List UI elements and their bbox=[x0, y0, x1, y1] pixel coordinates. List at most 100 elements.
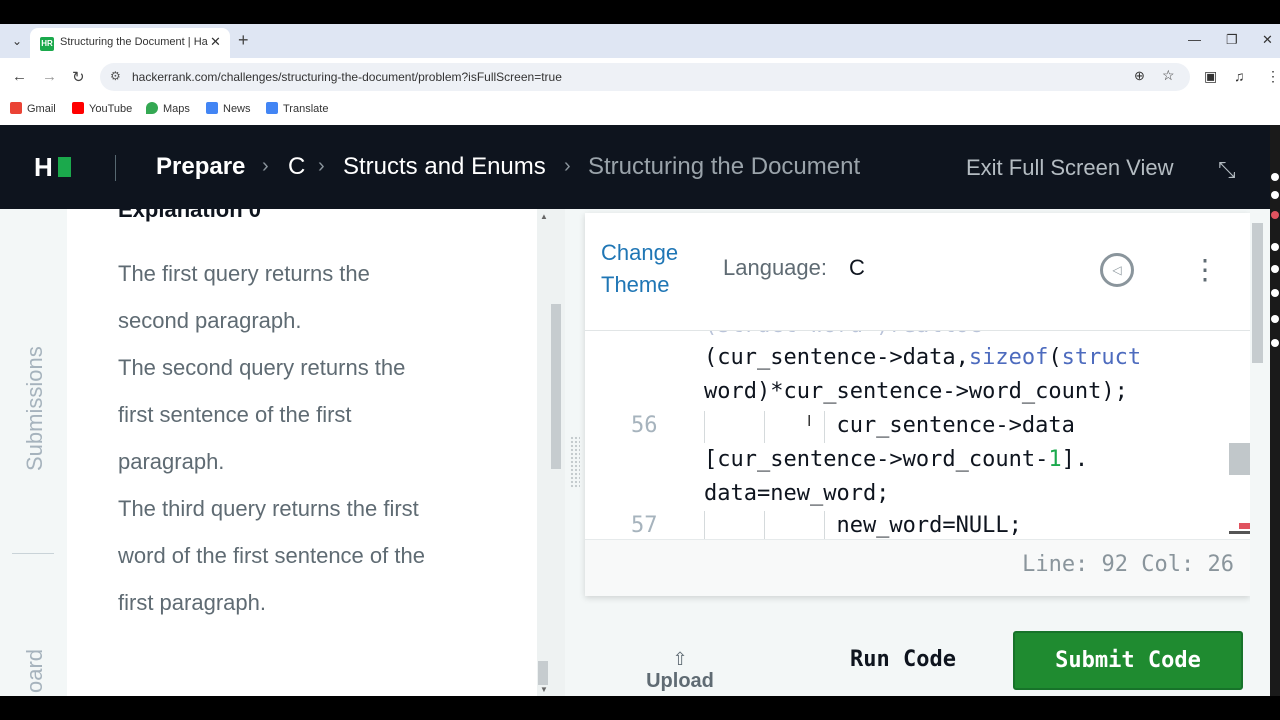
explanation-line: word of the first sentence of the bbox=[118, 543, 425, 568]
breadcrumb-chevron-icon: › bbox=[318, 155, 325, 177]
maps-icon bbox=[146, 102, 158, 114]
scroll-thumb-bottom[interactable] bbox=[538, 661, 548, 685]
editor-toolbar: Change Theme Language: C ◁ ⋮ bbox=[585, 213, 1250, 331]
hackerrank-favicon-icon: HR bbox=[40, 37, 54, 51]
line-number: 57 bbox=[631, 513, 658, 538]
bookmark-translate[interactable]: Translate bbox=[266, 102, 328, 115]
breadcrumb-c[interactable]: C bbox=[288, 153, 305, 181]
change-theme-link[interactable]: Change Theme bbox=[601, 237, 701, 301]
youtube-icon bbox=[72, 102, 84, 114]
new-tab-icon[interactable]: + bbox=[238, 30, 249, 51]
sidebar-tab-leaderboard[interactable]: oard bbox=[22, 649, 48, 693]
site-header: H Prepare › C › Structs and Enums › Stru… bbox=[0, 125, 1270, 209]
tab-search-icon[interactable]: ⌄ bbox=[8, 32, 26, 50]
letterbox-top bbox=[0, 0, 1280, 24]
breadcrumb-prepare[interactable]: Prepare bbox=[156, 153, 245, 181]
screen: ⌄ HR Structuring the Document | Ha ✕ + —… bbox=[0, 0, 1280, 720]
problem-statement: Explanation 0 The first query returns th… bbox=[67, 209, 537, 696]
maximize-icon[interactable]: ❐ bbox=[1226, 32, 1238, 48]
extension-dot-icon[interactable] bbox=[1271, 339, 1279, 347]
explanation-line: first paragraph. bbox=[118, 590, 266, 615]
explanation-line: paragraph. bbox=[118, 449, 225, 474]
scroll-marker bbox=[1229, 531, 1250, 534]
line-number: 56 bbox=[631, 413, 658, 438]
keyword-token: sizeof bbox=[968, 345, 1049, 370]
extension-dot-icon[interactable] bbox=[1271, 191, 1279, 199]
sidebar-tab-submissions[interactable]: Submissions bbox=[22, 346, 48, 471]
error-marker bbox=[1239, 523, 1250, 529]
exit-fullscreen-link[interactable]: Exit Full Screen View bbox=[966, 155, 1173, 181]
breadcrumb-current: Structuring the Document bbox=[588, 153, 861, 180]
scroll-thumb[interactable] bbox=[551, 304, 561, 469]
pane-resize-grip[interactable] bbox=[570, 436, 580, 488]
extension-dot-icon[interactable] bbox=[1271, 265, 1279, 273]
browser-toolbar: ← → ↻ ⚙ hackerrank.com/challenges/struct… bbox=[0, 58, 1280, 96]
logo-square bbox=[58, 157, 71, 177]
gmail-icon bbox=[10, 102, 22, 114]
close-window-icon[interactable]: ✕ bbox=[1262, 32, 1273, 48]
collapse-arrows-icon[interactable]: ⤡ bbox=[1218, 157, 1236, 183]
extension-dot-icon[interactable] bbox=[1271, 315, 1279, 323]
breadcrumb-chevron-icon: › bbox=[262, 155, 269, 177]
bookmark-news[interactable]: News bbox=[206, 102, 251, 115]
address-bar[interactable]: ⚙ hackerrank.com/challenges/structuring-… bbox=[100, 63, 1190, 91]
minimize-icon[interactable]: — bbox=[1188, 32, 1201, 47]
bookmark-maps[interactable]: Maps bbox=[146, 102, 190, 115]
logo-letter: H bbox=[34, 152, 53, 182]
back-icon[interactable]: ← bbox=[12, 68, 27, 85]
explanation-line: The second query returns the bbox=[118, 355, 406, 380]
tab-close-icon[interactable]: ✕ bbox=[210, 34, 221, 50]
editor-scrollbar[interactable] bbox=[1229, 331, 1250, 539]
code-text-area[interactable]: (struct word*)realloc (cur_sentence->dat… bbox=[585, 331, 1229, 539]
extension-dot-icon[interactable] bbox=[1271, 289, 1279, 297]
extension-dot-icon[interactable] bbox=[1271, 243, 1279, 251]
bookmark-star-icon[interactable]: ☆ bbox=[1162, 67, 1175, 84]
keyword-token: struct bbox=[1061, 345, 1142, 370]
language-label: Language: bbox=[723, 255, 827, 280]
code-line: word)*cur_sentence->word_count); bbox=[704, 379, 1128, 404]
record-dot-icon[interactable] bbox=[1271, 211, 1279, 219]
explanation-line: second paragraph. bbox=[118, 308, 302, 333]
breadcrumb-structs-and-enums[interactable]: Structs and Enums bbox=[343, 153, 546, 181]
editor-status-bar: Line: 92 Col: 26 bbox=[585, 539, 1250, 596]
browser-tab-strip: ⌄ HR Structuring the Document | Ha ✕ + —… bbox=[0, 24, 1280, 58]
reload-icon[interactable]: ↻ bbox=[72, 68, 85, 86]
forward-icon[interactable]: → bbox=[42, 68, 57, 85]
code-line: (struct word*)realloc bbox=[704, 331, 982, 338]
extension-dot-icon[interactable] bbox=[1271, 173, 1279, 181]
reset-code-icon[interactable]: ◁ bbox=[1100, 253, 1134, 287]
site-info-icon[interactable]: ⚙ bbox=[110, 69, 121, 83]
url-text[interactable]: hackerrank.com/challenges/structuring-th… bbox=[132, 70, 562, 84]
problem-scrollbar[interactable]: ▲ ▼ bbox=[537, 209, 565, 696]
page-scroll-thumb[interactable] bbox=[1252, 223, 1263, 363]
left-sidebar: Submissions oard bbox=[0, 209, 67, 696]
code-line: new_word=NULL; bbox=[704, 513, 1022, 538]
number-token: 1 bbox=[1048, 447, 1062, 472]
upload-code-button[interactable]: ⇧ Upload bbox=[640, 648, 720, 692]
editor-scroll-thumb[interactable] bbox=[1229, 443, 1250, 475]
bookmarks-bar: Gmail YouTube Maps News Translate bbox=[0, 96, 1280, 125]
browser-tab-active[interactable]: HR Structuring the Document | Ha ✕ bbox=[30, 28, 230, 58]
scroll-down-icon[interactable]: ▼ bbox=[540, 685, 548, 694]
extension-icon[interactable]: ♫ bbox=[1234, 68, 1245, 84]
bookmark-youtube[interactable]: YouTube bbox=[72, 102, 132, 115]
side-panel-icon[interactable]: ▣ bbox=[1204, 68, 1217, 85]
upload-label: Upload bbox=[646, 670, 714, 692]
news-icon bbox=[206, 102, 218, 114]
text-cursor-icon: I bbox=[807, 413, 812, 430]
language-select[interactable]: C bbox=[849, 255, 865, 281]
submit-code-button[interactable]: Submit Code bbox=[1013, 631, 1243, 690]
explanation-line: The third query returns the first bbox=[118, 496, 419, 521]
editor-menu-icon[interactable]: ⋮ bbox=[1191, 253, 1219, 287]
header-divider bbox=[115, 155, 116, 181]
code-line: [cur_sentence->word_count-1]. bbox=[704, 447, 1089, 472]
zoom-icon[interactable]: ⊕ bbox=[1134, 68, 1145, 84]
run-code-button[interactable]: Run Code bbox=[812, 630, 994, 690]
scroll-up-icon[interactable]: ▲ bbox=[540, 212, 548, 221]
cursor-position: Line: 92 Col: 26 bbox=[1022, 552, 1234, 577]
bookmark-gmail[interactable]: Gmail bbox=[10, 102, 56, 115]
breadcrumb-chevron-icon: › bbox=[564, 155, 571, 177]
browser-menu-icon[interactable]: ⋮ bbox=[1266, 68, 1280, 85]
translate-icon bbox=[266, 102, 278, 114]
page-scrollbar[interactable] bbox=[1250, 209, 1270, 696]
